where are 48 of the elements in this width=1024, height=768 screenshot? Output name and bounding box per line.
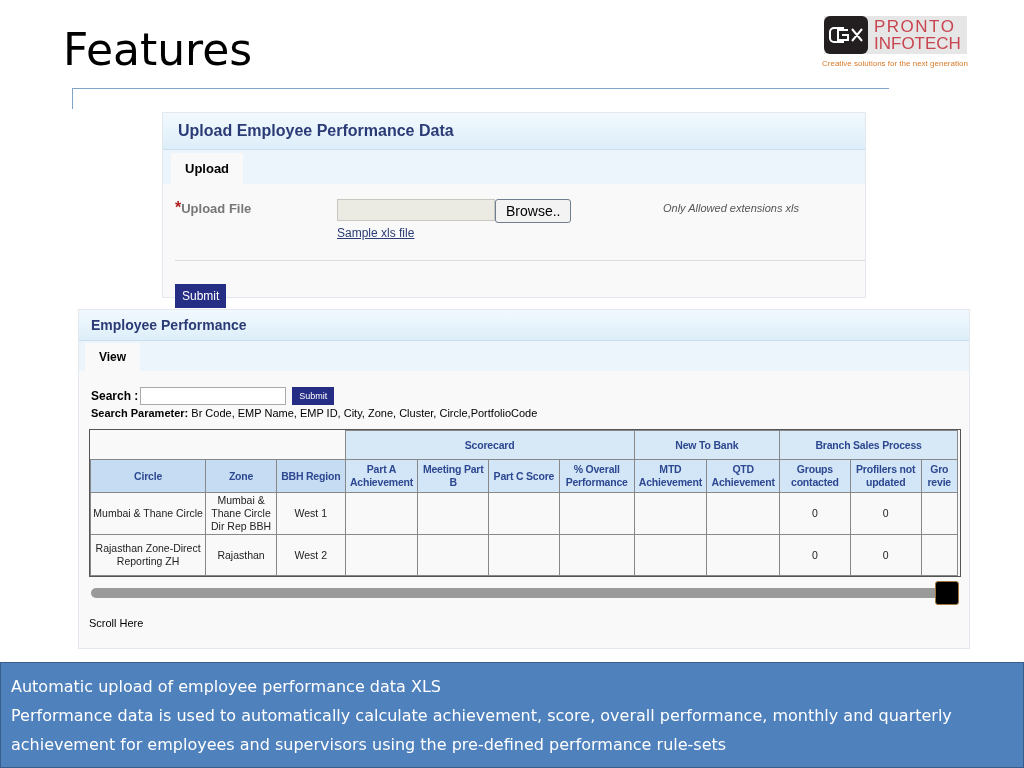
logo-name: PRONTO — [874, 18, 957, 35]
sample-file-link[interactable]: Sample xls file — [337, 226, 415, 240]
column-header: Profilers not updated — [850, 459, 921, 493]
table-cell: Mumbai & Thane Circle — [90, 492, 206, 535]
column-header: Part A Achievement — [345, 459, 418, 493]
tab[interactable]: View — [85, 343, 141, 371]
table-cell: West 1 — [276, 492, 346, 535]
slide-title: Features — [63, 26, 253, 77]
column-header: Zone — [205, 459, 277, 493]
table-cell: 0 — [850, 534, 921, 576]
note-text: Automatic upload of employee performance data XLS — [11, 676, 442, 698]
logo-tagline: Creative solutions for the next generation — [822, 59, 968, 68]
panel-title: Upload Employee Performance Data — [178, 122, 454, 140]
field-label: Upload File — [181, 201, 252, 216]
group-header: Scorecard — [345, 430, 635, 460]
table-cell: Mumbai & Thane Circle Dir Rep BBH — [205, 492, 277, 535]
group-header: New To Bank — [634, 430, 780, 460]
required-mark: * — [175, 199, 182, 216]
column-header: QTD Achievement — [706, 459, 780, 493]
table-cell: 0 — [850, 492, 921, 535]
submit-button[interactable]: Submit — [175, 284, 227, 308]
table-cell: Rajasthan — [205, 534, 277, 576]
group-header: Branch Sales Process — [779, 430, 958, 460]
table-cell: 0 — [779, 492, 851, 535]
search-parameter-text: Search Parameter: Br Code, EMP Name, EMP ID, City, Zone, Cluster, Circle,PortfolioCode — [91, 407, 539, 419]
table-cell: 0 — [779, 534, 851, 576]
column-header: Circle — [90, 459, 206, 493]
panel-title: Employee Performance — [91, 317, 247, 333]
search-label: Search : — [91, 389, 139, 403]
extension-hint: Only Allowed extensions xls — [663, 202, 799, 216]
table-cell: Rajasthan Zone-Direct Reporting ZH — [90, 534, 206, 576]
logo-name: INFOTECH — [874, 35, 961, 52]
column-header: Meeting Part B — [417, 459, 489, 493]
column-header: Groups contacted — [779, 459, 851, 493]
column-header: BBH Region — [276, 459, 346, 493]
column-header: MTD Achievement — [634, 459, 707, 493]
logo-mark-icon — [824, 16, 868, 54]
search-field[interactable] — [140, 387, 287, 405]
browse-button[interactable]: Browse.. — [495, 199, 572, 223]
tab[interactable]: Upload — [171, 153, 244, 184]
horizontal-scrollbar[interactable] — [91, 581, 959, 605]
file-path-field[interactable] — [337, 199, 495, 221]
submit-button[interactable]: Submit — [292, 387, 335, 405]
column-header: Part C Score — [488, 459, 560, 493]
column-header: % Overall Performance — [559, 459, 635, 493]
scroll-hint: Scroll Here — [89, 617, 145, 629]
table-cell: West 2 — [276, 534, 346, 576]
note-text: Performance data is used to automatically calculate achievement, score, overall performance, monthly and quarterly achievement for employees and supervisors using the pre-defined performance rule-sets — [11, 705, 953, 756]
